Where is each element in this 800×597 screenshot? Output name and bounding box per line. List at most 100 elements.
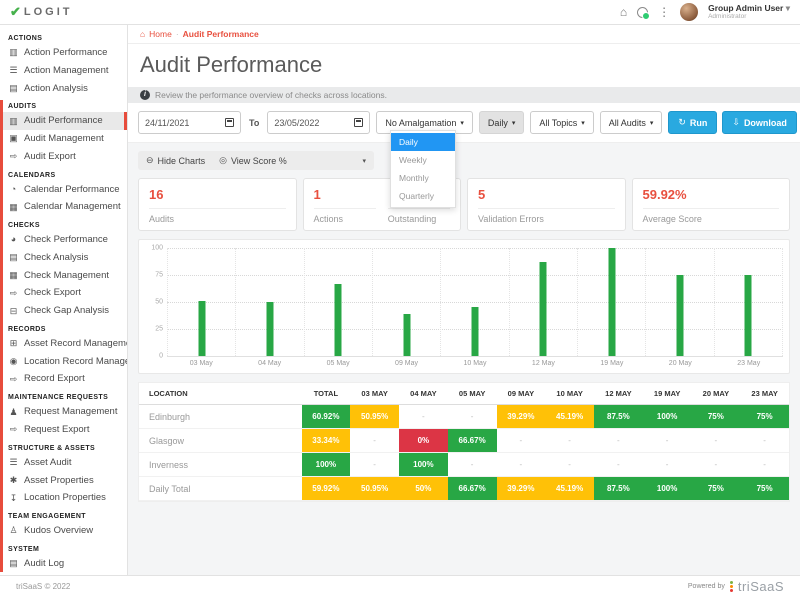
sidebar-section-title-audits: AUDITS xyxy=(0,97,127,112)
sidebar-item-record-export[interactable]: ⇨Record Export xyxy=(0,370,127,388)
stat-label: Average Score xyxy=(643,208,780,224)
score-cell: 75% xyxy=(740,405,789,429)
sidebar-section-title-system: SYSTEM xyxy=(0,540,127,555)
sidebar-item-audit-management[interactable]: ▣Audit Management xyxy=(0,130,127,148)
sidebar-item-check-gap-analysis[interactable]: ⊟Check Gap Analysis xyxy=(0,302,127,320)
column-header-location: LOCATION xyxy=(139,383,302,405)
stat-card: 5Validation Errors xyxy=(467,178,626,231)
kebab-menu-icon[interactable]: ⋮ xyxy=(658,6,670,18)
y-tick-label: 25 xyxy=(155,326,163,333)
sidebar-item-location-properties[interactable]: ↧Location Properties xyxy=(0,489,127,507)
frequency-option-quarterly[interactable]: Quarterly xyxy=(391,187,455,205)
table-row-glasgow: Glasgow33.34%-0%66.67%------ xyxy=(139,429,789,453)
stat-average-score: 59.92% Average Score xyxy=(643,187,780,224)
user-avatar[interactable] xyxy=(680,3,698,21)
sidebar-item-check-analysis[interactable]: ▤Check Analysis xyxy=(0,249,127,267)
user-menu[interactable]: Group Admin User ▾ Administrator xyxy=(708,4,790,20)
score-value: - xyxy=(497,429,546,452)
topbar: ✔ LOGIT ⌂ ⋮ Group Admin User ▾ Administr… xyxy=(0,0,800,25)
score-cell: - xyxy=(545,429,594,453)
date-from-input[interactable] xyxy=(145,118,225,128)
sidebar-item-label: Location Record Managem… xyxy=(24,355,128,369)
home-icon[interactable]: ⌂ xyxy=(620,6,627,18)
stat-value: 5 xyxy=(478,187,615,202)
app-logo[interactable]: ✔ LOGIT xyxy=(10,4,73,20)
score-value: 59.92% xyxy=(302,477,351,500)
sidebar-item-audit-log[interactable]: ▤Audit Log xyxy=(0,555,127,573)
chart-bar xyxy=(403,314,410,356)
hide-charts-button[interactable]: ⊖ Hide Charts xyxy=(146,155,205,166)
sidebar-section-title-actions: ACTIONS xyxy=(0,29,127,44)
sidebar-item-request-management[interactable]: ♟Request Management xyxy=(0,403,127,421)
view-mode-select[interactable]: ◎ View Score % ▾ xyxy=(219,155,366,166)
sidebar-item-location-record-managem[interactable]: ◉Location Record Managem… xyxy=(0,353,127,371)
sidebar-item-request-export[interactable]: ⇨Request Export xyxy=(0,421,127,439)
sidebar-item-check-management[interactable]: ▦Check Management xyxy=(0,267,127,285)
score-value: - xyxy=(545,453,594,476)
sidebar-item-label: Asset Record Management xyxy=(24,337,128,351)
sidebar-item-calendar-management[interactable]: ▦Calendar Management xyxy=(0,198,127,216)
document-icon: ▤ xyxy=(8,82,19,95)
frequency-dropdown[interactable]: Daily ▾ xyxy=(479,111,525,134)
score-cell: - xyxy=(350,429,399,453)
sidebar-item-check-performance[interactable]: ◕Check Performance xyxy=(0,231,127,249)
column-header-12-may: 12 MAY xyxy=(594,383,643,405)
download-button[interactable]: ⇩ Download xyxy=(722,111,797,134)
score-value: - xyxy=(448,453,497,476)
stat-label: Actions xyxy=(314,208,376,224)
score-value: - xyxy=(692,429,741,452)
y-tick-label: 0 xyxy=(159,353,163,360)
support-headset-icon[interactable] xyxy=(637,7,648,18)
sidebar-item-action-analysis[interactable]: ▤Action Analysis xyxy=(0,80,127,98)
date-from-field[interactable] xyxy=(138,111,241,134)
table-icon: ▦ xyxy=(8,269,19,282)
score-cell: - xyxy=(643,453,692,477)
score-value: 50% xyxy=(399,477,448,500)
sidebar-item-check-export[interactable]: ⇨Check Export xyxy=(0,284,127,302)
active-indicator xyxy=(124,112,127,130)
score-value: - xyxy=(594,453,643,476)
sidebar-item-action-management[interactable]: ☰Action Management xyxy=(0,62,127,80)
score-value: 75% xyxy=(692,477,741,500)
log-icon: ▤ xyxy=(8,557,19,570)
frequency-option-daily[interactable]: Daily xyxy=(391,133,455,151)
calendar-icon[interactable] xyxy=(354,118,363,127)
frequency-option-monthly[interactable]: Monthly xyxy=(391,169,455,187)
topics-dropdown[interactable]: All Topics ▾ xyxy=(530,111,593,134)
score-cell: 45.19% xyxy=(545,477,594,501)
frequency-option-weekly[interactable]: Weekly xyxy=(391,151,455,169)
score-value: 75% xyxy=(692,405,741,428)
sidebar-item-label: Check Gap Analysis xyxy=(24,304,109,318)
sidebar-item-asset-record-management[interactable]: ⊞Asset Record Management xyxy=(0,335,127,353)
run-button[interactable]: ↻ Run xyxy=(668,111,717,134)
date-to-field[interactable] xyxy=(267,111,370,134)
sidebar-item-asset-audit[interactable]: ☰Asset Audit xyxy=(0,454,127,472)
score-cell: 33.34% xyxy=(302,429,351,453)
sidebar-item-calendar-performance[interactable]: ◔Calendar Performance xyxy=(0,181,127,199)
x-tick-label: 05 May xyxy=(304,360,372,367)
info-text: Review the performance overview of check… xyxy=(155,90,387,100)
sidebar-item-audit-export[interactable]: ⇨Audit Export xyxy=(0,148,127,166)
score-cell: 50% xyxy=(399,477,448,501)
date-to-input[interactable] xyxy=(274,118,354,128)
audits-dropdown[interactable]: All Audits ▾ xyxy=(600,111,663,134)
score-cell: - xyxy=(594,429,643,453)
sidebar-item-audit-performance[interactable]: ▥Audit Performance xyxy=(0,112,127,130)
sidebar-section-title-calendars: CALENDARS xyxy=(0,166,127,181)
sidebar-item-kudos-overview[interactable]: ♙Kudos Overview xyxy=(0,522,127,540)
score-cell: 100% xyxy=(399,453,448,477)
page-title: Audit Performance xyxy=(140,52,788,78)
sidebar-item-asset-properties[interactable]: ✱Asset Properties xyxy=(0,472,127,490)
score-cell: 66.67% xyxy=(448,477,497,501)
score-cell: 87.5% xyxy=(594,405,643,429)
sidebar-item-action-performance[interactable]: ▥Action Performance xyxy=(0,44,127,62)
breadcrumb-home-icon[interactable]: ⌂ xyxy=(140,29,145,39)
score-cell: - xyxy=(740,453,789,477)
breadcrumb-home-link[interactable]: Home xyxy=(149,29,172,39)
left-scroll-indicator xyxy=(0,100,3,572)
chart-slot xyxy=(645,248,713,356)
stat-value: 59.92% xyxy=(643,187,780,202)
user-caret-icon: ▾ xyxy=(786,3,790,13)
calendar-icon[interactable] xyxy=(225,118,234,127)
column-header-23-may: 23 MAY xyxy=(740,383,789,405)
